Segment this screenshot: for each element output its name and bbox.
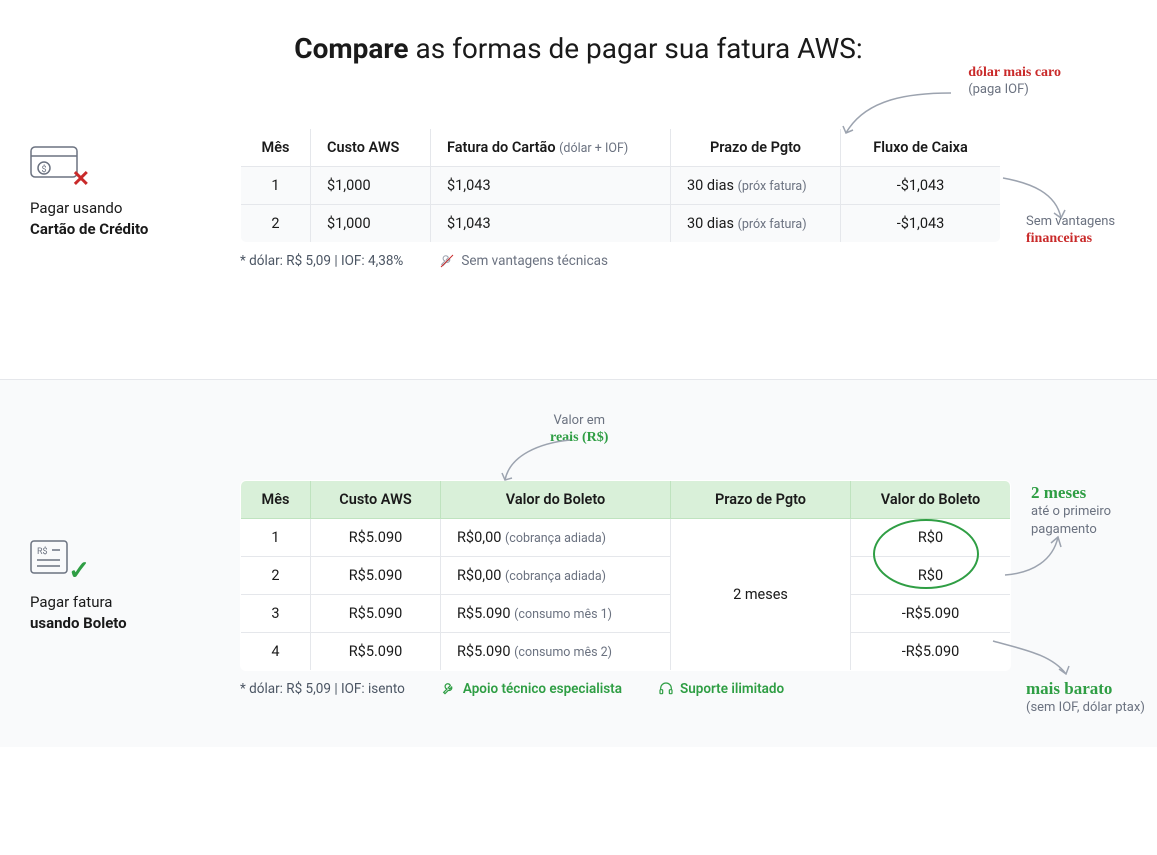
page-heading: Compare as formas de pagar sua fatura AW… (0, 30, 1157, 68)
col-custo: Custo AWS (311, 480, 441, 518)
annotation-mais-barato: mais barato (sem IOF, dólar ptax) (1026, 678, 1157, 717)
credit-card-icon: $ ✕ (30, 146, 82, 186)
col-valor2: Valor do Boleto (851, 480, 1011, 518)
wrench-icon (441, 681, 457, 697)
table-row: 4 R$5.090 R$5.090 (consumo mês 2) -R$5.0… (241, 632, 1011, 670)
disclaimer: * dólar: R$ 5,09 | IOF: isento (240, 681, 405, 697)
no-tech-advantage: Sem vantagens técnicas (439, 253, 608, 269)
col-mes: Mês (241, 480, 311, 518)
col-mes: Mês (241, 128, 311, 166)
highlight-circle-icon (866, 514, 986, 594)
annotation-dolar-caro: dólar mais caro (paga IOF) (968, 64, 1061, 99)
section1-footer: * dólar: R$ 5,09 | IOF: 4,38% Sem vantag… (240, 253, 1001, 269)
col-valor: Valor do Boleto (441, 480, 671, 518)
prazo-merged: 2 meses (671, 518, 851, 670)
table-row: 1 $1,000 $1,043 30 dias (próx fatura) -$… (241, 166, 1001, 204)
col-prazo: Prazo de Pgto (671, 480, 851, 518)
adv-apoio-tecnico: Apoio técnico especialista (441, 681, 622, 697)
svg-text:$: $ (41, 164, 46, 175)
table-row: 2 $1,000 $1,043 30 dias (próx fatura) -$… (241, 204, 1001, 242)
credit-card-table: Mês Custo AWS Fatura do Cartão (dólar + … (240, 128, 1001, 243)
arrow-icon (1003, 535, 1063, 585)
section-credit-card: $ ✕ Pagar usando Cartão de Crédito dólar… (0, 128, 1157, 269)
boleto-icon: R$ ✓ (30, 540, 82, 580)
col-prazo: Prazo de Pgto (671, 128, 841, 166)
disclaimer: * dólar: R$ 5,09 | IOF: 4,38% (240, 253, 403, 269)
annotation-sem-vantagens: Sem vantagens financeiras (1026, 213, 1156, 248)
x-mark-icon: ✕ (72, 167, 90, 192)
section-boleto: R$ ✓ Pagar fatura usando Boleto Valor em… (0, 480, 1157, 697)
svg-text:R$: R$ (37, 546, 48, 557)
col-fatura: Fatura do Cartão (dólar + IOF) (431, 128, 671, 166)
section2-label: Pagar fatura usando Boleto (30, 592, 240, 634)
annotation-2meses: 2 meses até o primeiro pagamento (1031, 482, 1151, 539)
col-custo: Custo AWS (311, 128, 431, 166)
section1-label: Pagar usando Cartão de Crédito (30, 198, 240, 240)
adv-suporte-ilimitado: Suporte ilimitado (658, 681, 784, 697)
section2-footer: * dólar: R$ 5,09 | IOF: isento Apoio téc… (240, 681, 1011, 697)
headset-icon (658, 681, 674, 697)
wrench-x-icon (439, 253, 455, 269)
arrow-icon (841, 88, 961, 138)
arrow-icon (991, 639, 1071, 679)
table-row: 3 R$5.090 R$5.090 (consumo mês 1) -R$5.0… (241, 594, 1011, 632)
arrow-icon (500, 435, 580, 485)
check-mark-icon: ✓ (68, 556, 90, 586)
